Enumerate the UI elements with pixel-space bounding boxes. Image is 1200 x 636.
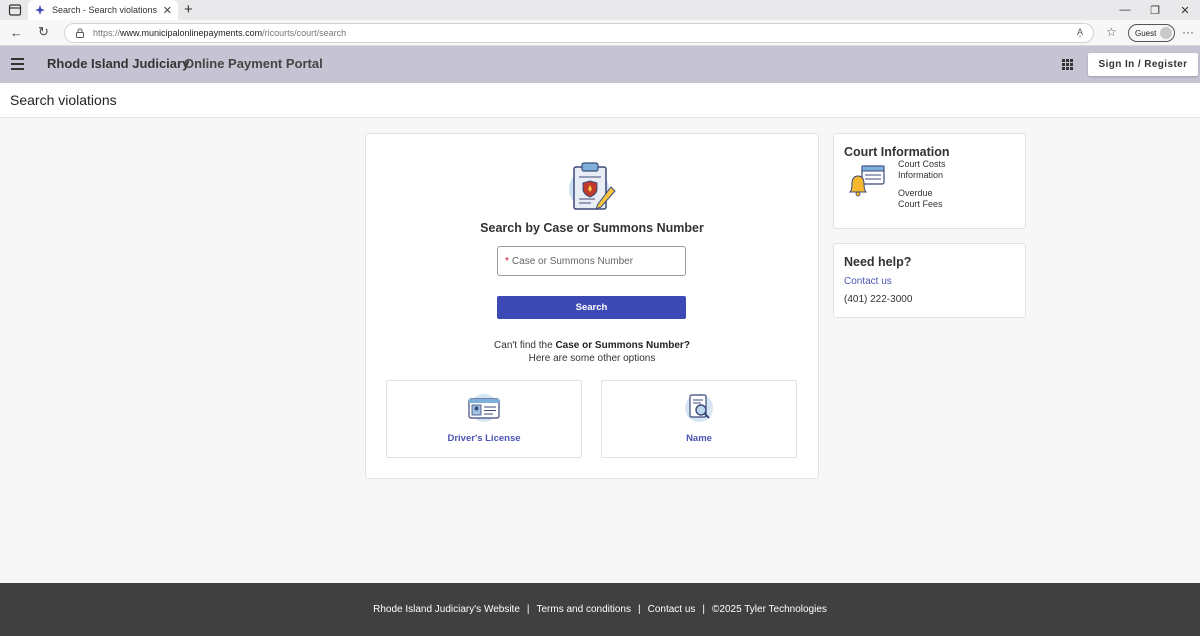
profile-label: Guest	[1135, 28, 1157, 38]
menu-icon[interactable]	[11, 58, 24, 70]
page-title: Search violations	[10, 92, 117, 108]
cant-find-prefix: Can't find the	[494, 340, 556, 351]
cant-find-text: Can't find the Case or Summons Number? H…	[366, 339, 818, 365]
help-phone-number: (401) 222-3000	[844, 294, 913, 305]
footer-contact-link[interactable]: Contact us	[648, 604, 696, 615]
search-button[interactable]: Search	[497, 296, 686, 319]
cant-find-bold: Case or Summons Number?	[555, 340, 690, 351]
brand-title[interactable]: Rhode Island Judiciary	[47, 56, 189, 71]
footer: Rhode Island Judiciary's Website | Terms…	[0, 583, 1200, 636]
footer-separator: |	[702, 604, 706, 615]
overdue-fees-link[interactable]: Overdue Court Fees	[898, 188, 943, 210]
case-number-placeholder: Case or Summons Number	[511, 255, 634, 267]
tab-close-icon[interactable]: ✕	[163, 4, 172, 17]
window-controls: — ❐ ✕	[1110, 0, 1200, 20]
required-marker: *	[505, 255, 509, 267]
footer-separator: |	[526, 604, 530, 615]
reload-icon[interactable]: ↻	[38, 24, 49, 40]
search-card: Search by Case or Summons Number * Case …	[365, 133, 819, 479]
url-protocol: https://	[93, 28, 121, 38]
back-arrow-icon[interactable]: ←	[10, 25, 23, 40]
document-search-icon	[685, 394, 713, 422]
id-card-icon	[468, 394, 500, 422]
court-information-title: Court Information	[844, 145, 950, 159]
portal-title: Online Payment Portal	[184, 56, 323, 71]
url-field[interactable]: https://www.municipalonlinepayments.com /…	[64, 23, 1094, 43]
footer-separator: |	[638, 604, 641, 615]
favicon-icon	[35, 5, 45, 15]
more-menu-icon[interactable]: ···	[1182, 25, 1194, 39]
avatar-icon	[1160, 27, 1172, 39]
name-option[interactable]: Name	[601, 380, 797, 458]
overdue-fees-line1: Overdue	[898, 188, 933, 198]
court-information-card: Court Information Court Costs Informatio…	[833, 133, 1026, 229]
sign-in-button[interactable]: Sign In / Register	[1088, 53, 1198, 76]
page-title-bar: Search violations	[0, 83, 1200, 118]
footer-terms-link[interactable]: Terms and conditions	[537, 604, 632, 615]
contact-us-link[interactable]: Contact us	[844, 276, 892, 287]
court-costs-link[interactable]: Court Costs Information	[898, 159, 946, 181]
new-tab-button[interactable]: +	[184, 1, 193, 18]
bell-icon	[848, 165, 885, 197]
search-heading: Search by Case or Summons Number	[480, 221, 704, 235]
profile-button[interactable]: Guest	[1128, 24, 1175, 42]
overdue-fees-line2: Court Fees	[898, 199, 943, 209]
browser-tab-bar: Search - Search violations - Online ✕ + …	[0, 0, 1200, 20]
browser-tab[interactable]: Search - Search violations - Online ✕	[28, 0, 178, 20]
restore-button[interactable]: ❐	[1140, 0, 1170, 20]
minimize-button[interactable]: —	[1110, 0, 1140, 20]
drivers-license-label: Driver's License	[447, 433, 521, 444]
url-path: /ricourts/court/search	[262, 28, 347, 38]
clipboard-icon	[569, 162, 616, 210]
url-host: www.municipalonlinepayments.com	[120, 28, 263, 38]
name-label: Name	[686, 433, 712, 444]
case-number-input[interactable]: * Case or Summons Number	[497, 246, 686, 276]
court-costs-line2: Information	[898, 170, 944, 180]
read-aloud-icon[interactable]: A͔	[1077, 27, 1083, 37]
need-help-title: Need help?	[844, 255, 912, 269]
app-header: Rhode Island Judiciary Online Payment Po…	[0, 46, 1200, 83]
court-costs-line1: Court Costs	[898, 159, 946, 169]
lock-icon[interactable]	[75, 28, 85, 38]
drivers-license-option[interactable]: Driver's License	[386, 380, 582, 458]
other-options-text: Here are some other options	[528, 353, 656, 364]
footer-copyright: ©2025 Tyler Technologies	[712, 604, 827, 615]
close-window-button[interactable]: ✕	[1170, 0, 1200, 20]
browser-address-bar: ← ↻ https://www.municipalonlinepayments.…	[0, 20, 1200, 46]
favorites-star-icon[interactable]: ☆	[1106, 25, 1117, 39]
apps-grid-icon[interactable]	[1062, 59, 1073, 70]
tab-actions-icon[interactable]	[8, 3, 22, 17]
need-help-card: Need help? Contact us (401) 222-3000	[833, 243, 1026, 318]
footer-judiciary-website-link[interactable]: Rhode Island Judiciary's Website	[373, 604, 520, 615]
tab-title: Search - Search violations - Online	[52, 5, 159, 15]
